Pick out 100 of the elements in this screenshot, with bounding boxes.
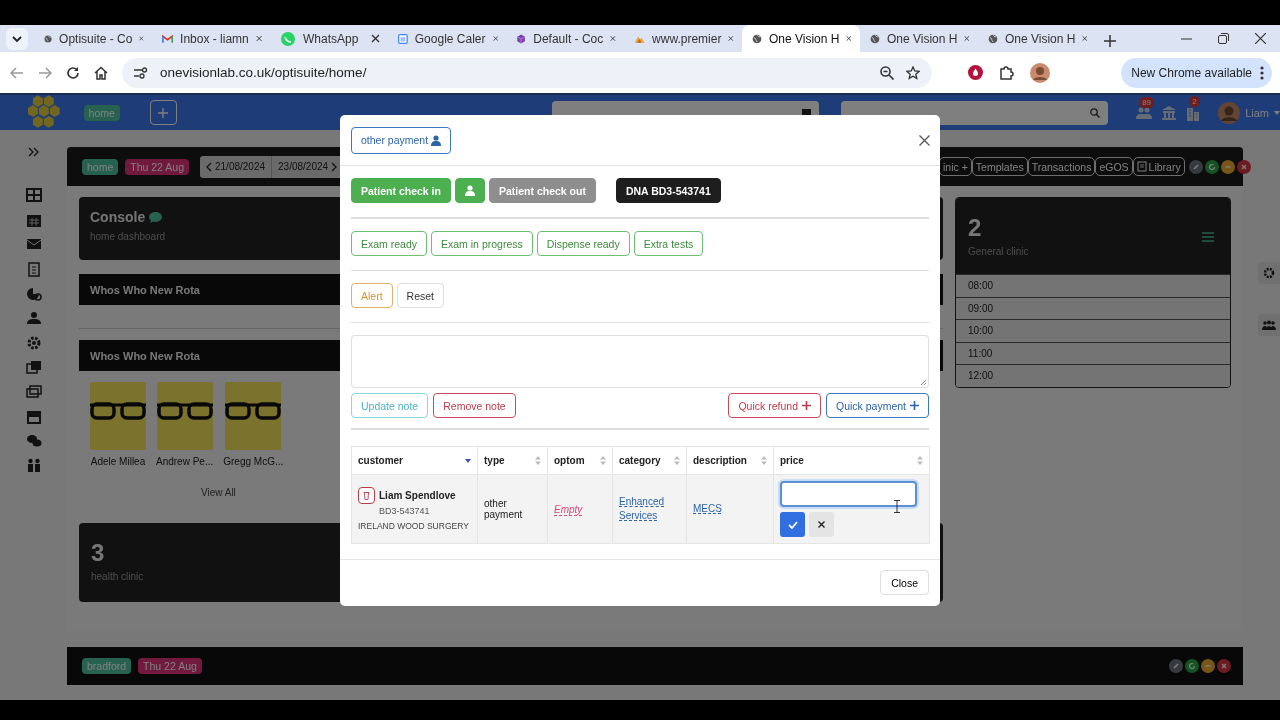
- stage-button[interactable]: Dispense ready: [536, 231, 630, 256]
- browser-tab[interactable]: www.premier: [624, 25, 742, 52]
- clinic-number: 3: [91, 539, 105, 567]
- time-slot[interactable]: 12:00: [956, 364, 1230, 387]
- price-field[interactable]: [780, 481, 917, 507]
- column-header[interactable]: price: [773, 446, 930, 475]
- close-button[interactable]: [1236, 159, 1251, 174]
- close-button[interactable]: [919, 134, 930, 146]
- store-icon[interactable]: [25, 408, 42, 424]
- close-button[interactable]: [1217, 659, 1231, 673]
- column-header[interactable]: type: [477, 446, 548, 475]
- more-icon[interactable]: [1260, 65, 1264, 80]
- description-link[interactable]: MECS: [693, 502, 722, 516]
- star-icon[interactable]: [906, 65, 920, 80]
- minimize-icon[interactable]: [1181, 37, 1192, 40]
- close-icon[interactable]: [1255, 33, 1266, 44]
- payment-button[interactable]: Quick refund: [728, 393, 821, 418]
- restore-icon[interactable]: [1218, 33, 1229, 44]
- calendar-icon[interactable]: [25, 212, 42, 228]
- address-bar[interactable]: onevisionlab.co.uk/optisuite/home/: [122, 57, 932, 88]
- close-icon[interactable]: [371, 34, 380, 43]
- delete-button[interactable]: [358, 486, 375, 504]
- minimize-button[interactable]: [1220, 159, 1235, 174]
- reload-icon[interactable]: [66, 65, 80, 80]
- previous-date-button[interactable]: 21/08/2024: [200, 155, 273, 178]
- group-icon[interactable]: [25, 310, 42, 326]
- browser-tab[interactable]: Optisuite - Co: [34, 25, 152, 52]
- caret-icon: [1274, 110, 1280, 115]
- time-slot[interactable]: 10:00: [956, 319, 1230, 342]
- console-subtitle: home dashboard: [90, 231, 167, 242]
- site-settings-icon[interactable]: [134, 66, 148, 79]
- column-header[interactable]: customer: [351, 446, 478, 475]
- refresh-button[interactable]: [1204, 159, 1219, 174]
- person-button[interactable]: [454, 178, 485, 203]
- stage-button[interactable]: Exam in progress: [431, 231, 533, 256]
- status-button[interactable]: DNA BD3-543741: [615, 178, 721, 203]
- drop-extension-icon[interactable]: [968, 65, 983, 80]
- column-header[interactable]: category: [612, 446, 687, 475]
- resize-grip-icon: [920, 379, 927, 386]
- tab-search-button[interactable]: [6, 28, 28, 50]
- browser-tab[interactable]: Inbox - liamn: [152, 25, 270, 52]
- optom-link[interactable]: Empty: [554, 503, 583, 516]
- grid-icon[interactable]: [25, 188, 42, 203]
- time-slot[interactable]: 11:00: [956, 341, 1230, 364]
- chart-icon[interactable]: [25, 286, 42, 301]
- toolbar-button[interactable]: Transactions: [1027, 157, 1096, 176]
- column-header[interactable]: optom: [547, 446, 613, 475]
- count-badge: 2: [1189, 95, 1200, 107]
- link-button[interactable]: [1169, 659, 1183, 673]
- glasses-avatar: [156, 382, 213, 450]
- toolbar-button[interactable]: Templates: [971, 157, 1028, 176]
- browser-tab[interactable]: Default - Coc: [506, 25, 624, 52]
- view-all-link[interactable]: View All: [201, 487, 236, 498]
- settings-button[interactable]: [1258, 262, 1280, 284]
- cancel-button[interactable]: [809, 512, 834, 537]
- puzzle-icon[interactable]: [999, 65, 1014, 80]
- person-icon: [464, 185, 475, 196]
- expand-icon[interactable]: [27, 147, 40, 157]
- note-field[interactable]: [351, 335, 929, 388]
- column-header[interactable]: description: [686, 446, 774, 475]
- cards-icon[interactable]: [25, 384, 42, 399]
- note-button[interactable]: Remove note: [433, 393, 516, 418]
- toolbar-button[interactable]: eGOS: [1095, 157, 1133, 176]
- browser-tab[interactable]: One Vision H: [978, 25, 1096, 52]
- toolbar-button[interactable]: Library: [1132, 157, 1185, 176]
- payment-button[interactable]: Quick payment: [825, 393, 929, 418]
- status-button[interactable]: Patient check out: [488, 178, 596, 203]
- team-button[interactable]: [1258, 314, 1280, 336]
- book-icon: [1136, 161, 1147, 172]
- back-icon[interactable]: [10, 66, 24, 79]
- chat-icon[interactable]: [25, 433, 42, 448]
- refresh-button[interactable]: [1185, 659, 1199, 673]
- home-icon[interactable]: [94, 65, 108, 80]
- browser-tab[interactable]: One Vision H: [860, 25, 978, 52]
- confirm-button[interactable]: [780, 512, 805, 537]
- people-icon[interactable]: [25, 457, 42, 473]
- update-button[interactable]: New Chrome available: [1121, 57, 1272, 88]
- chevron-right-icon: [331, 161, 338, 172]
- trash-icon: [363, 490, 370, 500]
- add-button[interactable]: [149, 100, 177, 125]
- browser-tab[interactable]: WhatsApp: [270, 25, 388, 52]
- new-tab-icon[interactable]: [1104, 35, 1116, 47]
- time-slot[interactable]: 08:00: [956, 274, 1230, 297]
- stage-button[interactable]: Extra tests: [633, 231, 704, 256]
- close-dialog-button[interactable]: Close: [880, 570, 929, 595]
- browser-tab[interactable]: Google Caler: [388, 25, 506, 52]
- document-icon[interactable]: [25, 261, 42, 277]
- settings-icon[interactable]: [25, 335, 42, 350]
- action-button[interactable]: Reset: [396, 283, 445, 308]
- gallery-icon[interactable]: [25, 359, 42, 375]
- link-button[interactable]: [1188, 159, 1203, 174]
- forward-icon[interactable]: [38, 66, 52, 79]
- time-slot[interactable]: 09:00: [956, 296, 1230, 319]
- minimize-button[interactable]: [1201, 659, 1215, 673]
- zoom-icon[interactable]: [880, 65, 894, 80]
- browser-tab[interactable]: One Vision H: [742, 25, 860, 52]
- users-icon[interactable]: [1136, 105, 1153, 120]
- stage-button[interactable]: Exam ready: [351, 231, 428, 256]
- mail-icon[interactable]: [25, 237, 42, 252]
- avatar-icon[interactable]: [1030, 62, 1050, 83]
